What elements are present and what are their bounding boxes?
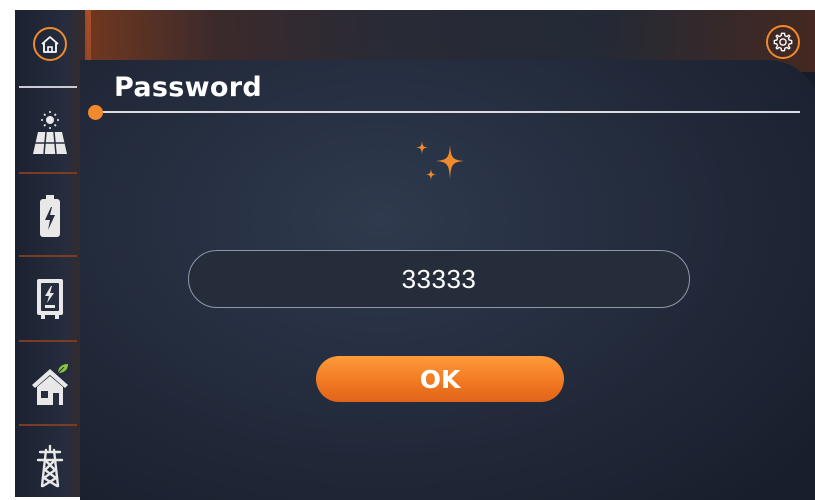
sidebar-separator — [19, 86, 77, 88]
title-accent-dot — [88, 105, 103, 120]
grid-tower-icon — [36, 444, 64, 488]
solar-panel-icon — [33, 111, 67, 155]
sidebar-item-inverter[interactable] — [25, 268, 75, 328]
home-load-icon — [32, 364, 68, 405]
title-underline — [96, 111, 800, 113]
settings-button[interactable] — [766, 25, 800, 59]
sidebar-item-home[interactable] — [25, 14, 75, 74]
sidebar — [15, 10, 87, 497]
sidebar-item-home-load[interactable] — [25, 354, 75, 414]
ok-button[interactable]: OK — [316, 356, 564, 402]
sidebar-separator — [19, 255, 77, 257]
sidebar-item-solar[interactable] — [25, 102, 75, 162]
home-icon — [33, 27, 67, 61]
sidebar-separator — [19, 424, 77, 426]
sparkle-icon — [416, 141, 464, 180]
ok-button-label: OK — [419, 364, 461, 394]
sidebar-separator — [19, 340, 77, 342]
password-value: 33333 — [401, 263, 477, 294]
password-input[interactable]: 33333 — [188, 250, 690, 308]
sidebar-item-grid[interactable] — [25, 436, 75, 496]
sidebar-item-battery[interactable] — [25, 186, 75, 246]
battery-icon — [40, 195, 60, 237]
inverter-icon — [37, 279, 63, 319]
gear-icon — [773, 32, 793, 52]
sidebar-separator — [19, 172, 77, 174]
page-title: Password — [114, 72, 262, 103]
